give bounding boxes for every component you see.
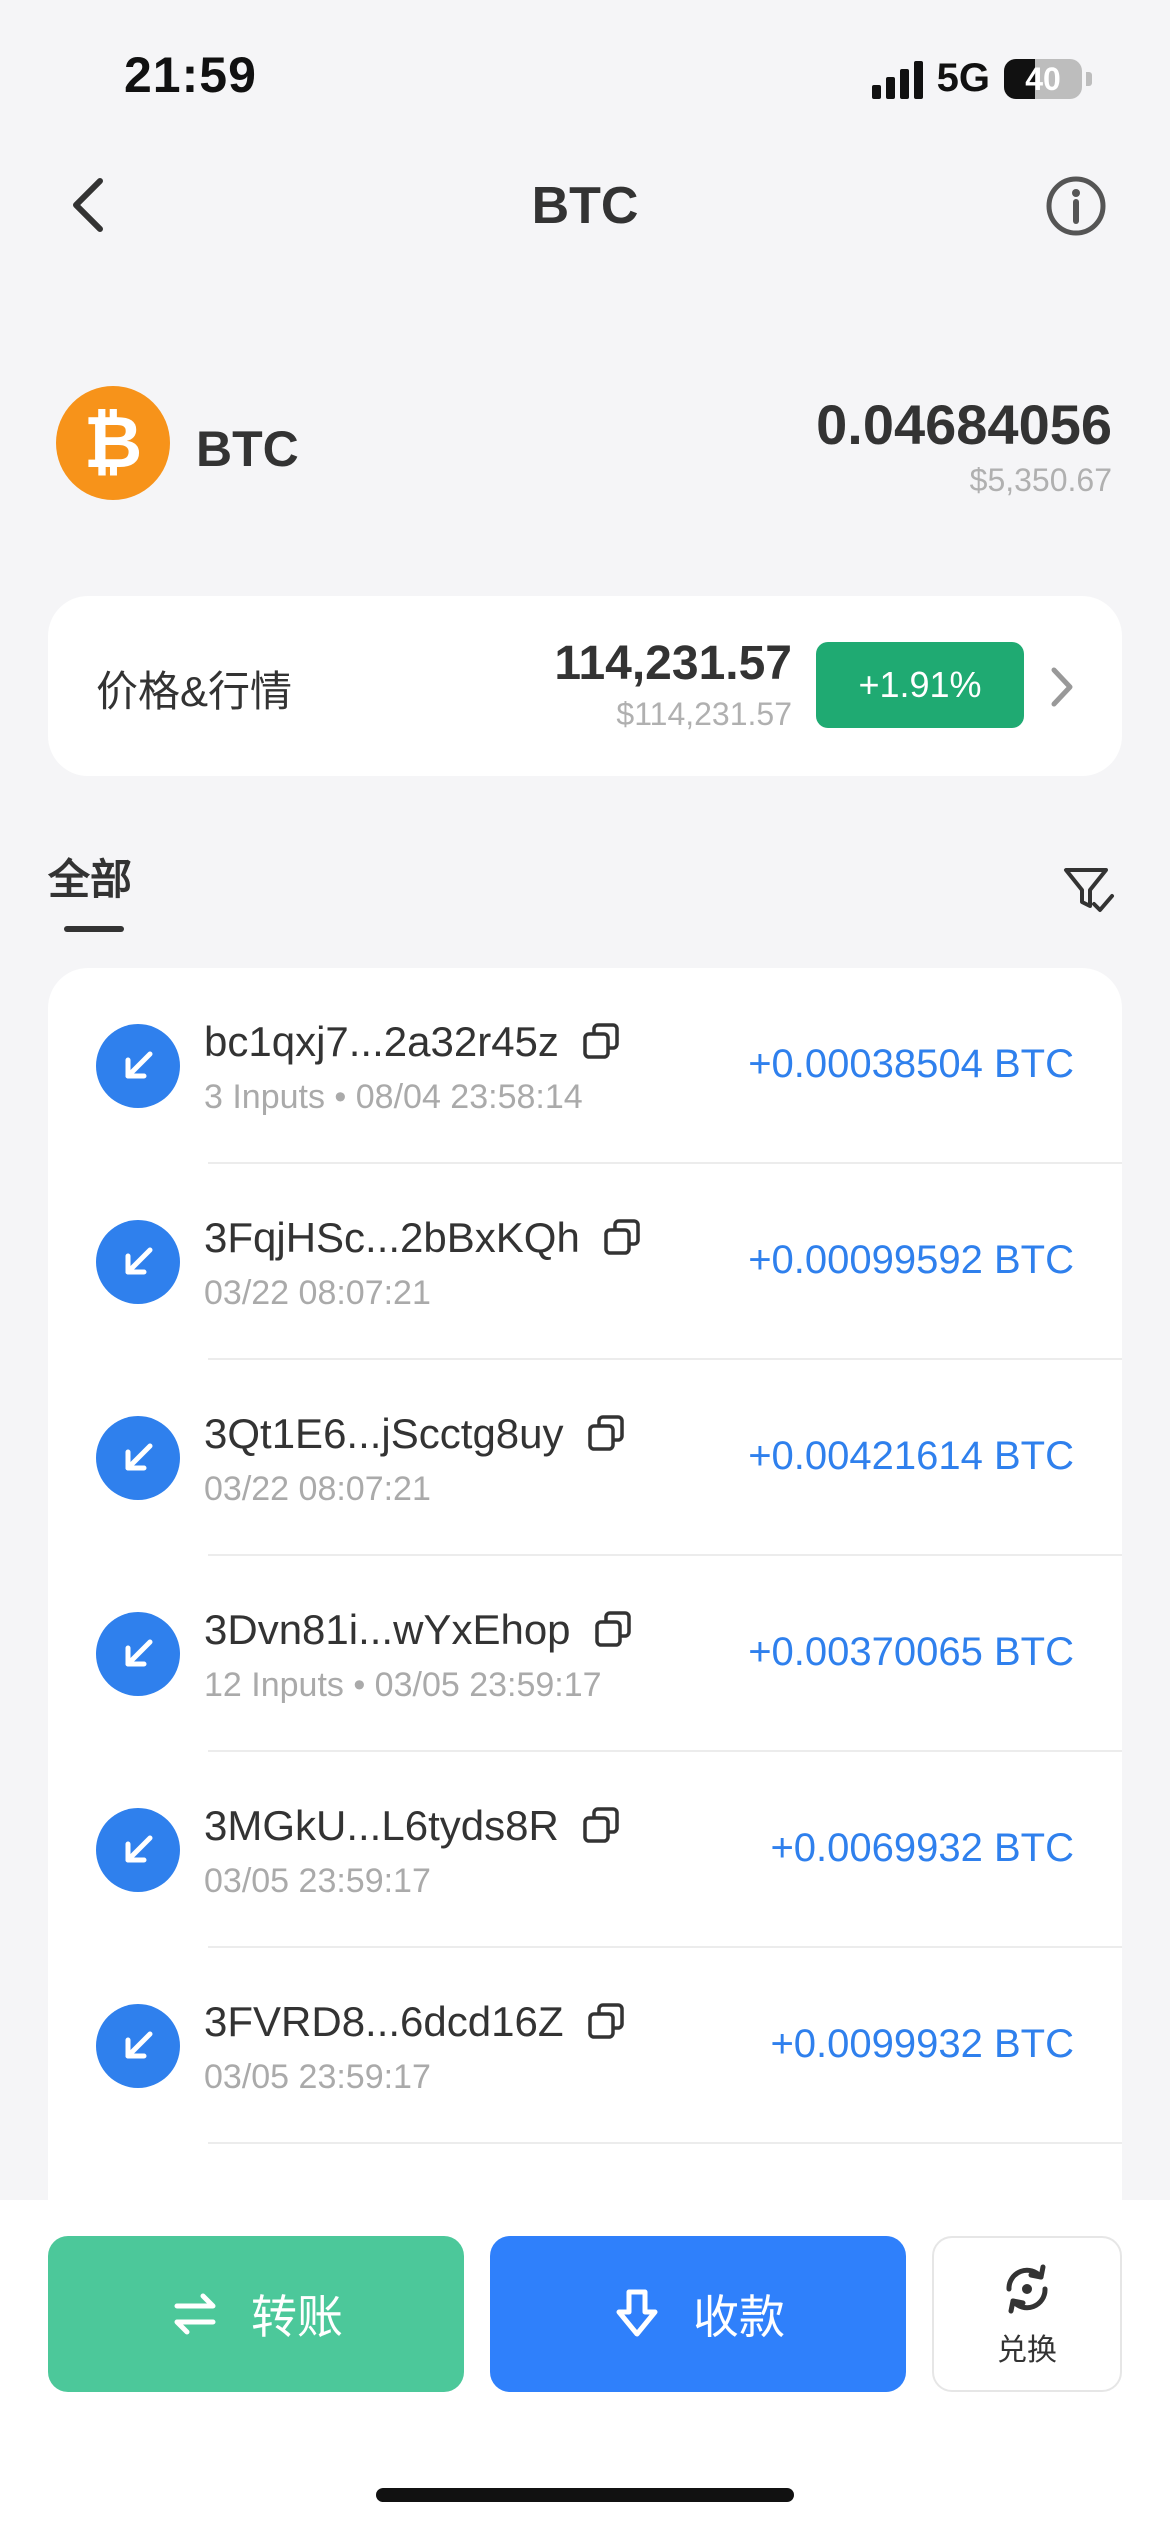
- price-card[interactable]: 价格&行情 114,231.57 $114,231.57 +1.91%: [48, 596, 1122, 776]
- transfer-button[interactable]: 转账: [48, 2236, 464, 2392]
- transaction-amount: +0.00421614 BTC: [748, 1434, 1074, 1478]
- copy-icon[interactable]: [602, 1217, 642, 1257]
- price-change-badge: +1.91%: [816, 642, 1024, 728]
- transaction-amount: +0.00099592 BTC: [748, 1238, 1074, 1282]
- cellular-signal-icon: [871, 59, 923, 99]
- tab-all[interactable]: 全部: [48, 846, 132, 907]
- transaction-row[interactable]: 3MGkU...L6tyds8R 03/05 23:59:17 +0.0069932…: [48, 1752, 1122, 1948]
- price-label: 价格&行情: [96, 668, 293, 715]
- transaction-row[interactable]: bc1qxj7...2a32r45z 3 Inputs • 08/04 23:58…: [48, 968, 1122, 1164]
- transaction-address: 3MGkU...L6tyds8R: [204, 1802, 621, 1850]
- transaction-row[interactable]: 3Dvn81i...wYxEhop 12 Inputs • 03/05 23:59…: [48, 1556, 1122, 1752]
- address-text: 3FqjHSc...2bBxKQh: [204, 1214, 580, 1261]
- price-value: 114,231.57: [554, 637, 792, 690]
- transaction-meta: 03/22 08:07:21: [204, 1470, 431, 1508]
- transaction-address: 3FqjHSc...2bBxKQh: [204, 1214, 642, 1262]
- transaction-row[interactable]: 3FqjHSc...2bBxKQh 03/22 08:07:21 +0.000995…: [48, 1164, 1122, 1360]
- balance-amount: 0.04684056: [816, 393, 1112, 456]
- transaction-amount: +0.00038504 BTC: [748, 1042, 1074, 1086]
- transaction-amount: +0.00370065 BTC: [748, 1630, 1074, 1674]
- receive-button[interactable]: 收款: [490, 2236, 906, 2392]
- battery-icon: 40: [1004, 58, 1082, 99]
- transfer-icon: [174, 2293, 216, 2335]
- download-icon: [616, 2289, 658, 2337]
- status-indicators: 5G 40: [871, 56, 1092, 101]
- info-icon: [1046, 176, 1106, 236]
- copy-icon[interactable]: [593, 1609, 633, 1649]
- copy-icon[interactable]: [581, 1021, 621, 1061]
- address-text: bc1qxj7...2a32r45z: [204, 1018, 559, 1065]
- transaction-address: bc1qxj7...2a32r45z: [204, 1018, 621, 1066]
- chevron-right-icon: [1051, 667, 1073, 707]
- receive-arrow-icon: [96, 1612, 180, 1696]
- swap-label: 兑换: [997, 2334, 1057, 2367]
- filter-icon: [1064, 868, 1114, 912]
- copy-icon[interactable]: [581, 1805, 621, 1845]
- bottom-action-bar: 转账 收款 兑换: [0, 2200, 1170, 2532]
- balance-fiat: $5,350.67: [969, 462, 1112, 498]
- transfer-label: 转账: [251, 2291, 343, 2343]
- transaction-meta: 03/22 08:07:21: [204, 1274, 431, 1312]
- transaction-amount: +0.0069932 BTC: [770, 1826, 1074, 1870]
- address-text: 3Qt1E6...jScctg8uy: [204, 1410, 564, 1457]
- swap-icon: [1006, 2264, 1048, 2314]
- address-text: 3MGkU...L6tyds8R: [204, 1802, 559, 1849]
- status-bar: 21:59 5G 40: [0, 0, 1170, 150]
- transaction-address: 3Dvn81i...wYxEhop: [204, 1606, 633, 1654]
- transaction-amount: +0.0099932 BTC: [770, 2022, 1074, 2066]
- transaction-meta: 03/05 23:59:17: [204, 2058, 431, 2096]
- row-divider: [208, 2142, 1122, 2144]
- transaction-meta: 3 Inputs • 08/04 23:58:14: [204, 1078, 583, 1116]
- asset-symbol: BTC: [196, 421, 299, 477]
- battery-percent: 40: [1025, 60, 1061, 97]
- receive-arrow-icon: [96, 1220, 180, 1304]
- receive-arrow-icon: [96, 1024, 180, 1108]
- page-title: BTC: [531, 177, 639, 235]
- receive-arrow-icon: [96, 1808, 180, 1892]
- copy-icon[interactable]: [586, 1413, 626, 1453]
- transaction-address: 3Qt1E6...jScctg8uy: [204, 1410, 626, 1458]
- battery-tip: [1086, 71, 1092, 86]
- transaction-meta: 03/05 23:59:17: [204, 1862, 431, 1900]
- transaction-meta: 12 Inputs • 03/05 23:59:17: [204, 1666, 602, 1704]
- status-time: 21:59: [124, 47, 257, 103]
- info-button[interactable]: [1044, 174, 1108, 238]
- transaction-row[interactable]: 3FVRD8...6dcd16Z 03/05 23:59:17 +0.0099932…: [48, 1948, 1122, 2144]
- price-fiat: $114,231.57: [616, 696, 792, 732]
- home-indicator: [376, 2488, 794, 2502]
- tab-underline: [64, 926, 124, 932]
- transaction-address: 3FVRD8...6dcd16Z: [204, 1998, 626, 2046]
- btc-logo-icon: ₿: [56, 386, 170, 500]
- nav-bar: BTC: [0, 150, 1170, 260]
- receive-arrow-icon: [96, 2004, 180, 2088]
- filter-button[interactable]: [1060, 862, 1116, 918]
- transaction-list: bc1qxj7...2a32r45z 3 Inputs • 08/04 23:58…: [48, 968, 1122, 2208]
- address-text: 3Dvn81i...wYxEhop: [204, 1606, 571, 1653]
- network-type: 5G: [936, 56, 990, 100]
- transaction-row[interactable]: 3Qt1E6...jScctg8uy 03/22 08:07:21 +0.00421…: [48, 1360, 1122, 1556]
- address-text: 3FVRD8...6dcd16Z: [204, 1998, 564, 2045]
- receive-label: 收款: [693, 2291, 785, 2343]
- asset-balance: ₿ BTC 0.04684056 $5,350.67: [0, 380, 1170, 520]
- receive-arrow-icon: [96, 1416, 180, 1500]
- swap-button[interactable]: 兑换: [932, 2236, 1122, 2392]
- copy-icon[interactable]: [586, 2001, 626, 2041]
